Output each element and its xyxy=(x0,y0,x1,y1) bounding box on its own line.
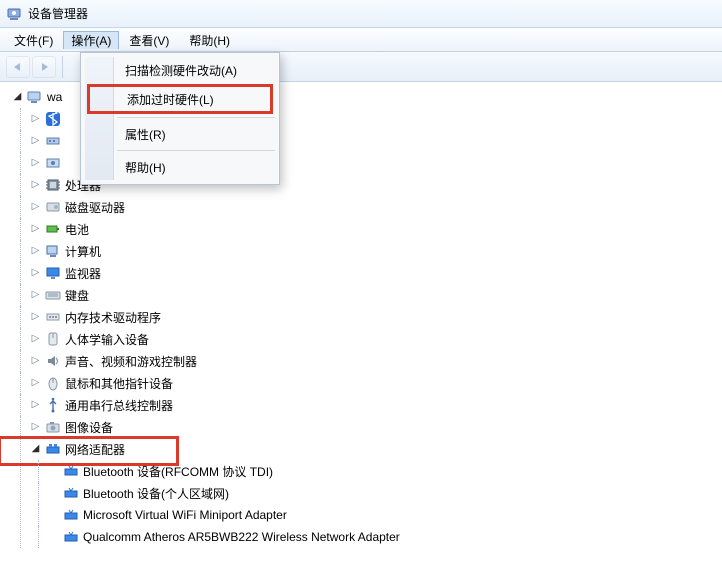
window-title: 设备管理器 xyxy=(28,5,88,22)
expand-icon[interactable]: ▷ xyxy=(30,334,41,345)
speaker-icon xyxy=(45,353,61,369)
dropdown-add-legacy-hardware[interactable]: 添加过时硬件(L) xyxy=(87,84,273,114)
collapse-icon[interactable]: ◢ xyxy=(30,444,41,455)
tree-item-bt-pan[interactable]: Bluetooth 设备(个人区域网) xyxy=(48,482,714,504)
nic-icon xyxy=(63,507,79,523)
expand-icon[interactable]: ▷ xyxy=(30,356,41,367)
app-icon xyxy=(6,6,22,22)
tree-label: 声音、视频和游戏控制器 xyxy=(65,353,197,370)
tree-item-sound[interactable]: ▷ 声音、视频和游戏控制器 xyxy=(30,350,714,372)
tree-label: Qualcomm Atheros AR5BWB222 Wireless Netw… xyxy=(83,530,400,544)
back-button[interactable] xyxy=(6,56,30,78)
dropdown-separator xyxy=(117,150,275,151)
tree-item-network-adapters[interactable]: ◢ 网络适配器 xyxy=(30,438,714,460)
toolbar-separator xyxy=(62,56,63,78)
menu-view[interactable]: 查看(V) xyxy=(119,29,179,52)
expand-icon[interactable]: ▷ xyxy=(30,422,41,433)
expand-icon[interactable]: ▷ xyxy=(30,400,41,411)
expand-icon[interactable]: ▷ xyxy=(30,114,41,125)
action-dropdown: 扫描检测硬件改动(A) 添加过时硬件(L) 属性(R) 帮助(H) xyxy=(80,52,280,185)
tree-label: 电池 xyxy=(65,221,89,238)
camera-icon xyxy=(45,419,61,435)
tree-item-mice[interactable]: ▷ 鼠标和其他指针设备 xyxy=(30,372,714,394)
controller-icon xyxy=(45,155,61,171)
tree-label: 键盘 xyxy=(65,287,89,304)
titlebar: 设备管理器 xyxy=(0,0,722,28)
battery-icon xyxy=(45,221,61,237)
tree-label: 磁盘驱动器 xyxy=(65,199,125,216)
dropdown-label: 属性(R) xyxy=(125,126,166,143)
bluetooth-icon xyxy=(45,111,61,127)
tree-label: Microsoft Virtual WiFi Miniport Adapter xyxy=(83,508,287,522)
keyboard-icon xyxy=(45,287,61,303)
tree-label: 鼠标和其他指针设备 xyxy=(65,375,173,392)
tree-item-hid[interactable]: ▷ 人体学输入设备 xyxy=(30,328,714,350)
tree-item-memory-tech[interactable]: ▷ 内存技术驱动程序 xyxy=(30,306,714,328)
tree-label: 计算机 xyxy=(65,243,101,260)
menubar: 文件(F) 操作(A) 查看(V) 帮助(H) xyxy=(0,28,722,52)
dropdown-label: 添加过时硬件(L) xyxy=(127,91,214,108)
usb-icon xyxy=(45,397,61,413)
menu-help[interactable]: 帮助(H) xyxy=(179,29,240,52)
dropdown-label: 扫描检测硬件改动(A) xyxy=(125,62,237,79)
tree-item-monitors[interactable]: ▷ 监视器 xyxy=(30,262,714,284)
tree-label: 人体学输入设备 xyxy=(65,331,149,348)
dropdown-label: 帮助(H) xyxy=(125,159,166,176)
tree-item-virtual-wifi[interactable]: Microsoft Virtual WiFi Miniport Adapter xyxy=(48,504,714,526)
tree-item-keyboards[interactable]: ▷ 键盘 xyxy=(30,284,714,306)
nic-icon xyxy=(63,485,79,501)
forward-button[interactable] xyxy=(32,56,56,78)
tree-item-usb[interactable]: ▷ 通用串行总线控制器 xyxy=(30,394,714,416)
tree-item-batteries[interactable]: ▷ 电池 xyxy=(30,218,714,240)
tree-label: 监视器 xyxy=(65,265,101,282)
expand-icon[interactable]: ▷ xyxy=(30,202,41,213)
tree-item-atheros-wifi[interactable]: Qualcomm Atheros AR5BWB222 Wireless Netw… xyxy=(48,526,714,548)
expand-icon[interactable]: ▷ xyxy=(30,312,41,323)
tree-label: Bluetooth 设备(个人区域网) xyxy=(83,485,229,502)
expand-icon[interactable]: ▷ xyxy=(30,136,41,147)
computer-icon xyxy=(27,89,43,105)
nic-icon xyxy=(63,529,79,545)
mouse-icon xyxy=(45,375,61,391)
tree-label: 网络适配器 xyxy=(65,441,125,458)
tree-label: wa xyxy=(47,90,62,104)
expand-icon[interactable]: ▷ xyxy=(30,180,41,191)
dropdown-help[interactable]: 帮助(H) xyxy=(85,154,275,180)
cpu-icon xyxy=(45,177,61,193)
monitor-icon xyxy=(45,265,61,281)
pc-icon xyxy=(45,243,61,259)
expand-icon[interactable]: ▷ xyxy=(30,224,41,235)
expand-icon[interactable]: ▷ xyxy=(30,268,41,279)
tree-item-disk-drives[interactable]: ▷ 磁盘驱动器 xyxy=(30,196,714,218)
tree-label: 内存技术驱动程序 xyxy=(65,309,161,326)
dropdown-scan-hardware[interactable]: 扫描检测硬件改动(A) xyxy=(85,57,275,83)
disk-icon xyxy=(45,199,61,215)
expand-icon[interactable]: ▷ xyxy=(30,246,41,257)
tree-label: 通用串行总线控制器 xyxy=(65,397,173,414)
tree-item-imaging[interactable]: ▷ 图像设备 xyxy=(30,416,714,438)
nic-icon xyxy=(63,463,79,479)
tree-item-computer[interactable]: ▷ 计算机 xyxy=(30,240,714,262)
dropdown-separator xyxy=(117,117,275,118)
tree-label: Bluetooth 设备(RFCOMM 协议 TDI) xyxy=(83,463,273,480)
menu-action[interactable]: 操作(A) xyxy=(63,31,119,49)
menu-file[interactable]: 文件(F) xyxy=(4,29,63,52)
network-icon xyxy=(45,441,61,457)
collapse-icon[interactable]: ◢ xyxy=(12,92,23,103)
memory-icon xyxy=(45,309,61,325)
tree-label: 图像设备 xyxy=(65,419,113,436)
tree-item-bt-rfcomm[interactable]: Bluetooth 设备(RFCOMM 协议 TDI) xyxy=(48,460,714,482)
expand-icon[interactable]: ▷ xyxy=(30,290,41,301)
expand-icon[interactable]: ▷ xyxy=(30,378,41,389)
dropdown-properties[interactable]: 属性(R) xyxy=(85,121,275,147)
expand-icon[interactable]: ▷ xyxy=(30,158,41,169)
port-icon xyxy=(45,133,61,149)
hid-icon xyxy=(45,331,61,347)
